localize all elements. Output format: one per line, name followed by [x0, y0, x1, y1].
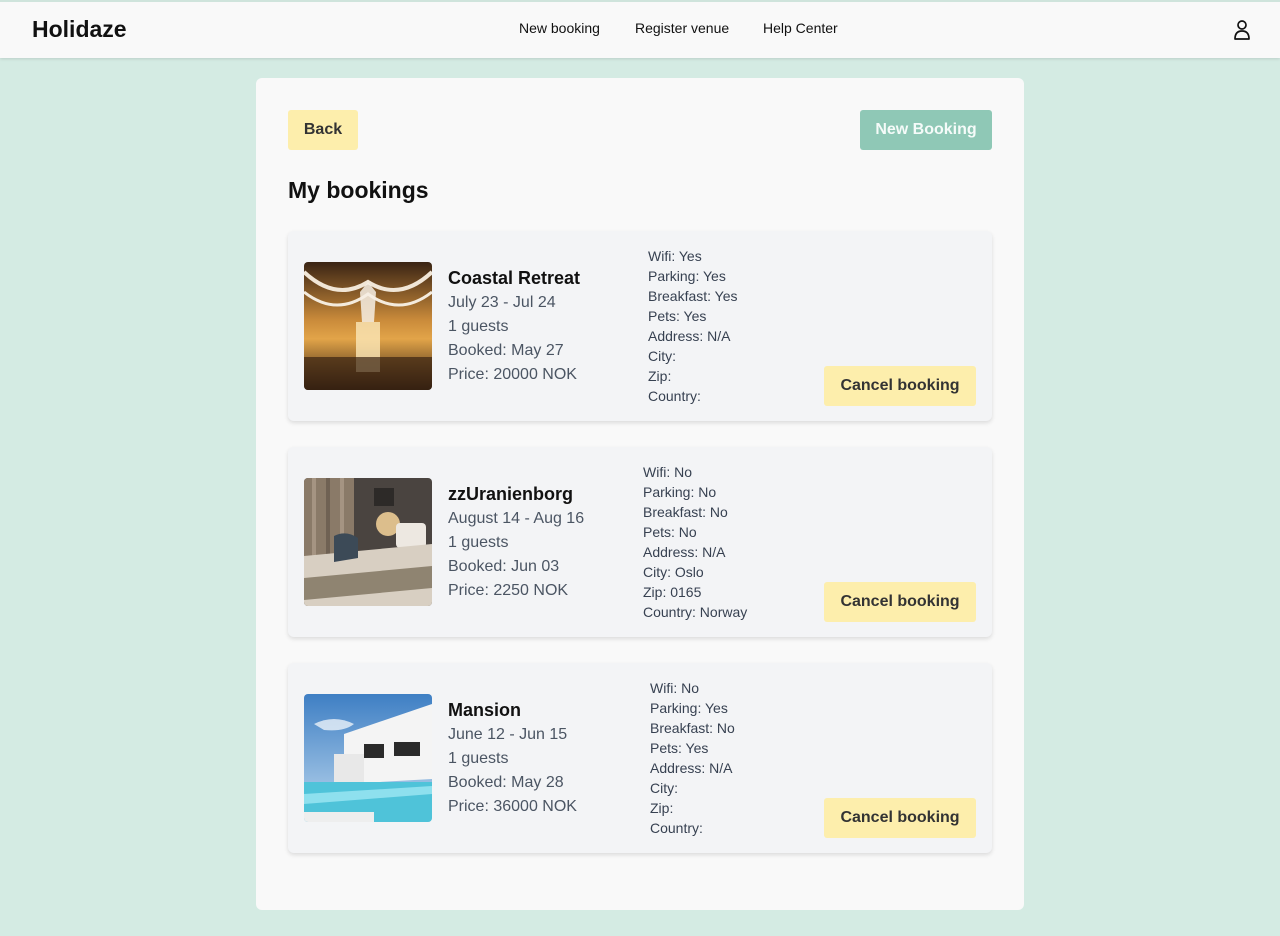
amenity-parking: Parking: Yes	[650, 700, 728, 716]
booking-card: zzUranienborg August 14 - Aug 16 1 guest…	[288, 447, 992, 637]
amenity-wifi: Wifi: No	[643, 464, 692, 480]
bookings-panel: Back New Booking My bookings Coastal Ret…	[256, 78, 1024, 910]
venue-image	[304, 478, 432, 606]
venue-image	[304, 262, 432, 390]
venue-country: Country:	[650, 820, 703, 836]
booking-dates: July 23 - Jul 24	[448, 294, 556, 311]
venue-country: Country:	[648, 388, 701, 404]
booking-price: Price: 2250 NOK	[448, 582, 569, 599]
venue-amenities: Wifi: No Parking: No Breakfast: No Pets:…	[643, 462, 747, 622]
venue-address: Address: N/A	[650, 760, 733, 776]
venue-city: City:	[648, 348, 676, 364]
amenity-parking: Parking: Yes	[648, 268, 726, 284]
venue-image	[304, 694, 432, 822]
booking-info: Coastal Retreat July 23 - Jul 24 1 guest…	[448, 267, 580, 387]
venue-address: Address: N/A	[648, 328, 731, 344]
venue-city: City: Oslo	[643, 564, 704, 580]
amenity-wifi: Wifi: No	[650, 680, 699, 696]
venue-amenities: Wifi: No Parking: Yes Breakfast: No Pets…	[650, 678, 735, 838]
nav-new-booking[interactable]: New booking	[519, 20, 600, 36]
booking-guests: 1 guests	[448, 750, 509, 767]
cancel-booking-button[interactable]: Cancel booking	[824, 582, 976, 622]
venue-country: Country: Norway	[643, 604, 748, 620]
booking-card: Mansion June 12 - Jun 15 1 guests Booked…	[288, 663, 992, 853]
venue-zip: Zip: 0165	[643, 584, 702, 600]
booking-price: Price: 36000 NOK	[448, 798, 577, 815]
amenity-parking: Parking: No	[643, 484, 717, 500]
venue-city: City:	[650, 780, 678, 796]
booked-date: Booked: Jun 03	[448, 558, 560, 575]
amenity-breakfast: Breakfast: Yes	[648, 288, 738, 304]
venue-zip: Zip:	[648, 368, 672, 384]
booking-info: Mansion June 12 - Jun 15 1 guests Booked…	[448, 699, 577, 819]
main-nav: New booking Register venue Help Center	[0, 20, 1280, 40]
cancel-booking-button[interactable]: Cancel booking	[824, 798, 976, 838]
booking-card: Coastal Retreat July 23 - Jul 24 1 guest…	[288, 231, 992, 421]
booking-info: zzUranienborg August 14 - Aug 16 1 guest…	[448, 483, 584, 603]
booked-date: Booked: May 28	[448, 774, 564, 791]
nav-register-venue[interactable]: Register venue	[635, 20, 729, 36]
booking-guests: 1 guests	[448, 318, 509, 335]
user-icon[interactable]	[1232, 19, 1252, 41]
booking-dates: June 12 - Jun 15	[448, 726, 568, 743]
booked-date: Booked: May 27	[448, 342, 564, 359]
venue-amenities: Wifi: Yes Parking: Yes Breakfast: Yes Pe…	[648, 246, 738, 406]
new-booking-button[interactable]: New Booking	[860, 110, 992, 150]
cancel-booking-button[interactable]: Cancel booking	[824, 366, 976, 406]
amenity-wifi: Wifi: Yes	[648, 248, 702, 264]
booking-dates: August 14 - Aug 16	[448, 510, 585, 527]
amenity-pets: Pets: Yes	[650, 740, 709, 756]
back-button[interactable]: Back	[288, 110, 358, 150]
venue-address: Address: N/A	[643, 544, 726, 560]
amenity-pets: Pets: Yes	[648, 308, 707, 324]
venue-name: Coastal Retreat	[448, 268, 581, 288]
amenity-breakfast: Breakfast: No	[643, 504, 728, 520]
venue-zip: Zip:	[650, 800, 674, 816]
amenity-pets: Pets: No	[643, 524, 697, 540]
amenity-breakfast: Breakfast: No	[650, 720, 735, 736]
venue-name: Mansion	[448, 700, 522, 720]
page-title: My bookings	[288, 177, 429, 203]
nav-help-center[interactable]: Help Center	[763, 20, 838, 36]
booking-guests: 1 guests	[448, 534, 509, 551]
top-navbar: Holidaze New booking Register venue Help…	[0, 0, 1280, 58]
venue-name: zzUranienborg	[448, 484, 574, 504]
booking-price: Price: 20000 NOK	[448, 366, 577, 383]
